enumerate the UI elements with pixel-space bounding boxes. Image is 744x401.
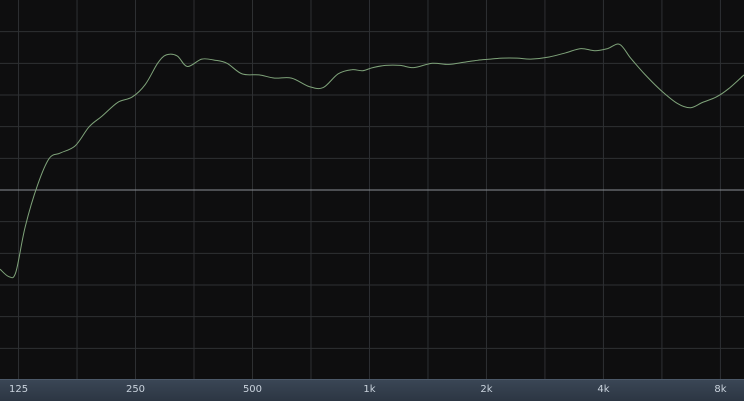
x-tick-label: 2k <box>480 384 493 395</box>
x-tick-label: 4k <box>597 384 610 395</box>
x-tick-label: 8k <box>714 384 727 395</box>
x-tick-label: 1k <box>363 384 376 395</box>
x-tick-label: 125 <box>8 384 29 395</box>
x-tick-label: 500 <box>242 384 263 395</box>
x-tick-label: 250 <box>125 384 146 395</box>
frequency-axis-bar: 125 250 500 1k 2k 4k 8k <box>0 379 744 401</box>
spectrum-analyzer <box>0 0 744 380</box>
